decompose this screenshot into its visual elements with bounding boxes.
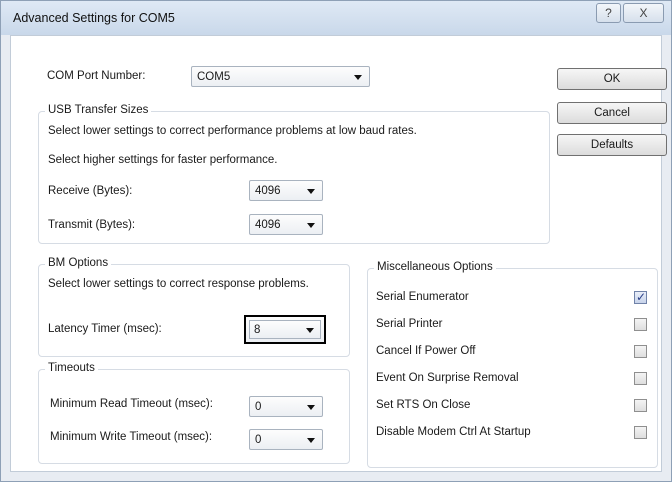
dialog-body: COM Port Number: COM5 USB Transfer Sizes… [10,35,667,472]
transmit-select[interactable]: 4096 [249,214,323,235]
chevron-down-icon [306,328,314,333]
misc-options-group: Miscellaneous Options Serial Enumerator … [367,261,658,468]
min-write-timeout-label: Minimum Write Timeout (msec): [50,431,213,443]
latency-timer-value: 8 [254,324,261,336]
ok-label: OK [603,73,621,85]
bm-options-group: BM Options Select lower settings to corr… [38,257,350,357]
event-on-surprise-removal-checkbox[interactable] [634,372,647,385]
min-read-timeout-select[interactable]: 0 [249,396,323,417]
defaults-label: Defaults [590,139,634,151]
transmit-value: 4096 [255,219,281,231]
usb-hint-low: Select lower settings to correct perform… [48,125,417,137]
chevron-down-icon [307,223,315,228]
window-title: Advanced Settings for COM5 [13,11,175,25]
misc-group-title: Miscellaneous Options [374,261,496,273]
ok-button[interactable]: OK [557,68,667,90]
serial-printer-checkbox[interactable] [634,318,647,331]
help-button[interactable]: ? [596,3,621,23]
usb-hint-high: Select higher settings for faster perfor… [48,154,278,166]
serial-printer-label: Serial Printer [376,318,443,330]
chevron-down-icon [354,75,362,80]
com-port-select[interactable]: COM5 [191,66,370,87]
disable-modem-ctrl-label: Disable Modem Ctrl At Startup [376,426,531,438]
advanced-settings-dialog: Advanced Settings for COM5 ? X COM Port … [0,0,672,482]
receive-select[interactable]: 4096 [249,180,323,201]
min-read-timeout-label: Minimum Read Timeout (msec): [50,398,213,410]
com-port-label: COM Port Number: [47,70,146,82]
cancel-if-power-off-checkbox[interactable] [634,345,647,358]
transmit-label: Transmit (Bytes): [48,219,136,231]
checkmark-icon: ✓ [636,290,647,304]
timeouts-group: Timeouts Minimum Read Timeout (msec): 0 … [38,362,350,464]
receive-value: 4096 [255,185,281,197]
event-on-surprise-removal-label: Event On Surprise Removal [376,372,519,384]
min-write-timeout-select[interactable]: 0 [249,429,323,450]
com-port-value: COM5 [197,71,231,83]
latency-timer-label: Latency Timer (msec): [48,323,162,335]
min-write-timeout-value: 0 [255,434,262,446]
set-rts-on-close-checkbox[interactable] [634,399,647,412]
bm-hint: Select lower settings to correct respons… [48,278,309,290]
help-icon: ? [605,6,612,20]
bm-group-title: BM Options [45,257,112,269]
chevron-down-icon [307,189,315,194]
set-rts-on-close-label: Set RTS On Close [376,399,471,411]
serial-enumerator-checkbox[interactable]: ✓ [634,290,647,304]
disable-modem-ctrl-checkbox[interactable] [634,426,647,439]
timeouts-group-title: Timeouts [45,362,98,374]
cancel-label: Cancel [594,107,630,119]
cancel-button[interactable]: Cancel [557,102,667,124]
close-icon: X [639,6,648,20]
cancel-if-power-off-label: Cancel If Power Off [376,345,476,357]
defaults-button[interactable]: Defaults [557,134,667,156]
latency-timer-select[interactable]: 8 [244,315,326,344]
serial-enumerator-label: Serial Enumerator [376,291,469,303]
receive-label: Receive (Bytes): [48,185,133,197]
usb-transfer-sizes-group: USB Transfer Sizes Select lower settings… [38,104,550,244]
title-bar: Advanced Settings for COM5 ? X [1,1,671,35]
chevron-down-icon [307,405,315,410]
min-read-timeout-value: 0 [255,401,262,413]
usb-group-title: USB Transfer Sizes [45,104,152,116]
close-button[interactable]: X [623,3,664,23]
chevron-down-icon [307,438,315,443]
